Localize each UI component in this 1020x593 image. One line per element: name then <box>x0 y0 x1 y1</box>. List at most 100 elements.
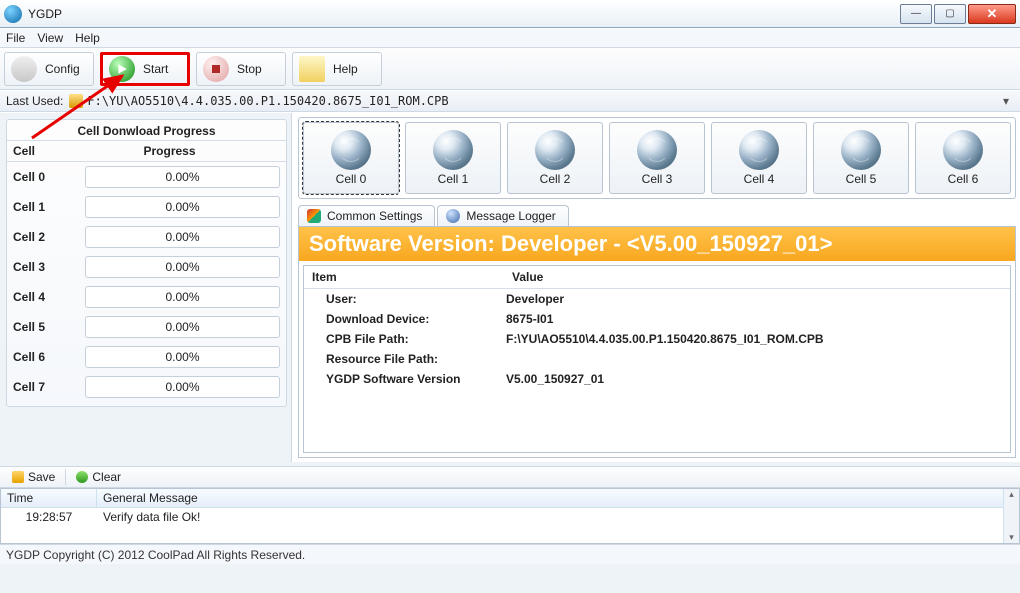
cell-progress-bar: 0.00% <box>85 376 280 398</box>
cell-progress-row: Cell 60.00% <box>7 342 286 372</box>
help-label: Help <box>333 62 358 76</box>
globe-icon <box>446 209 460 223</box>
cell-button-5[interactable]: Cell 5 <box>813 122 909 194</box>
cell-progress-bar: 0.00% <box>85 286 280 308</box>
book-icon <box>299 56 325 82</box>
scrollbar[interactable]: ▴ ▾ <box>1003 489 1019 543</box>
info-head-item: Item <box>304 266 504 288</box>
cell-progress-bar: 0.00% <box>85 346 280 368</box>
cell-button-0[interactable]: Cell 0 <box>303 122 399 194</box>
maximize-button[interactable]: ▢ <box>934 4 966 24</box>
stop-button[interactable]: Stop <box>196 52 286 86</box>
window-title: YGDP <box>28 7 898 21</box>
cell-button-label: Cell 1 <box>438 172 469 186</box>
app-icon <box>4 5 22 23</box>
cell-progress-row: Cell 10.00% <box>7 192 286 222</box>
cell-button-4[interactable]: Cell 4 <box>711 122 807 194</box>
start-button[interactable]: Start <box>100 52 190 86</box>
info-key: YGDP Software Version <box>326 372 506 386</box>
minimize-button[interactable]: — <box>900 4 932 24</box>
file-icon <box>69 94 83 108</box>
tab-common-settings[interactable]: Common Settings <box>298 205 435 226</box>
cell-progress-row: Cell 70.00% <box>7 372 286 402</box>
cell-name: Cell 1 <box>13 200 85 214</box>
cell-progress-panel: Cell Donwload Progress Cell Progress Cel… <box>0 113 291 462</box>
tab-body: Software Version: Developer - <V5.00_150… <box>298 226 1016 458</box>
cell-name: Cell 7 <box>13 380 85 394</box>
help-button[interactable]: Help <box>292 52 382 86</box>
cell-button-label: Cell 3 <box>642 172 673 186</box>
save-icon <box>12 471 24 483</box>
menu-help[interactable]: Help <box>75 31 100 45</box>
cell-progress-bar: 0.00% <box>85 226 280 248</box>
globe-icon <box>331 130 371 170</box>
close-button[interactable]: ✕ <box>968 4 1016 24</box>
gear-icon <box>11 56 37 82</box>
info-value: V5.00_150927_01 <box>506 372 1002 386</box>
cell-button-label: Cell 5 <box>846 172 877 186</box>
titlebar: YGDP — ▢ ✕ <box>0 0 1020 28</box>
info-key: User: <box>326 292 506 306</box>
last-used-path: F:\YU\AO5510\4.4.035.00.P1.150420.8675_I… <box>87 94 998 108</box>
status-bar: YGDP Copyright (C) 2012 CoolPad All Righ… <box>0 544 1020 564</box>
info-value: F:\YU\AO5510\4.4.035.00.P1.150420.8675_I… <box>506 332 1002 346</box>
tabs: Common Settings Message Logger <box>298 205 1016 226</box>
log-message: Verify data file Ok! <box>97 508 206 526</box>
clear-label: Clear <box>92 470 121 484</box>
globe-icon <box>535 130 575 170</box>
menubar: File View Help <box>0 28 1020 48</box>
info-value <box>506 352 1002 366</box>
col-progress: Progress <box>53 141 286 161</box>
cell-button-label: Cell 0 <box>336 172 367 186</box>
cell-progress-row: Cell 40.00% <box>7 282 286 312</box>
info-row: User:Developer <box>304 289 1010 309</box>
stop-label: Stop <box>237 62 262 76</box>
log-head-msg: General Message <box>97 489 1003 507</box>
last-used-dropdown[interactable]: ▾ <box>998 94 1014 108</box>
menu-file[interactable]: File <box>6 31 25 45</box>
info-head-value: Value <box>504 266 551 288</box>
cell-name: Cell 3 <box>13 260 85 274</box>
software-version-banner: Software Version: Developer - <V5.00_150… <box>299 227 1015 261</box>
cell-progress-bar: 0.00% <box>85 166 280 188</box>
tab-common-label: Common Settings <box>327 209 422 223</box>
cell-button-2[interactable]: Cell 2 <box>507 122 603 194</box>
toolbar: Config Start Stop Help <box>0 48 1020 90</box>
globe-icon <box>943 130 983 170</box>
log-head-time: Time <box>1 489 97 507</box>
cell-button-1[interactable]: Cell 1 <box>405 122 501 194</box>
info-key: Resource File Path: <box>326 352 506 366</box>
col-cell: Cell <box>7 141 53 161</box>
scroll-down-icon[interactable]: ▾ <box>1009 532 1014 543</box>
cell-button-label: Cell 2 <box>540 172 571 186</box>
save-label: Save <box>28 470 55 484</box>
menu-view[interactable]: View <box>37 31 63 45</box>
globe-icon <box>433 130 473 170</box>
cell-name: Cell 0 <box>13 170 85 184</box>
start-label: Start <box>143 62 168 76</box>
cell-name: Cell 4 <box>13 290 85 304</box>
cell-button-6[interactable]: Cell 6 <box>915 122 1011 194</box>
info-value: Developer <box>506 292 1002 306</box>
cell-progress-row: Cell 50.00% <box>7 312 286 342</box>
play-icon <box>109 56 135 82</box>
info-row: YGDP Software VersionV5.00_150927_01 <box>304 369 1010 389</box>
cell-button-3[interactable]: Cell 3 <box>609 122 705 194</box>
info-box: Item Value User:DeveloperDownload Device… <box>303 265 1011 453</box>
config-button[interactable]: Config <box>4 52 94 86</box>
config-label: Config <box>45 62 80 76</box>
bars-icon <box>307 209 321 223</box>
log-row: 19:28:57Verify data file Ok! <box>1 508 1003 526</box>
cell-progress-row: Cell 30.00% <box>7 252 286 282</box>
info-row: Resource File Path: <box>304 349 1010 369</box>
clear-button[interactable]: Clear <box>70 468 127 486</box>
info-value: 8675-I01 <box>506 312 1002 326</box>
save-button[interactable]: Save <box>6 468 61 486</box>
globe-icon <box>841 130 881 170</box>
log-tools: Save Clear <box>0 466 1020 488</box>
info-row: CPB File Path:F:\YU\AO5510\4.4.035.00.P1… <box>304 329 1010 349</box>
tab-message-logger[interactable]: Message Logger <box>437 205 568 226</box>
cell-progress-bar: 0.00% <box>85 256 280 278</box>
last-used-bar: Last Used: F:\YU\AO5510\4.4.035.00.P1.15… <box>0 90 1020 112</box>
scroll-up-icon[interactable]: ▴ <box>1009 489 1014 500</box>
